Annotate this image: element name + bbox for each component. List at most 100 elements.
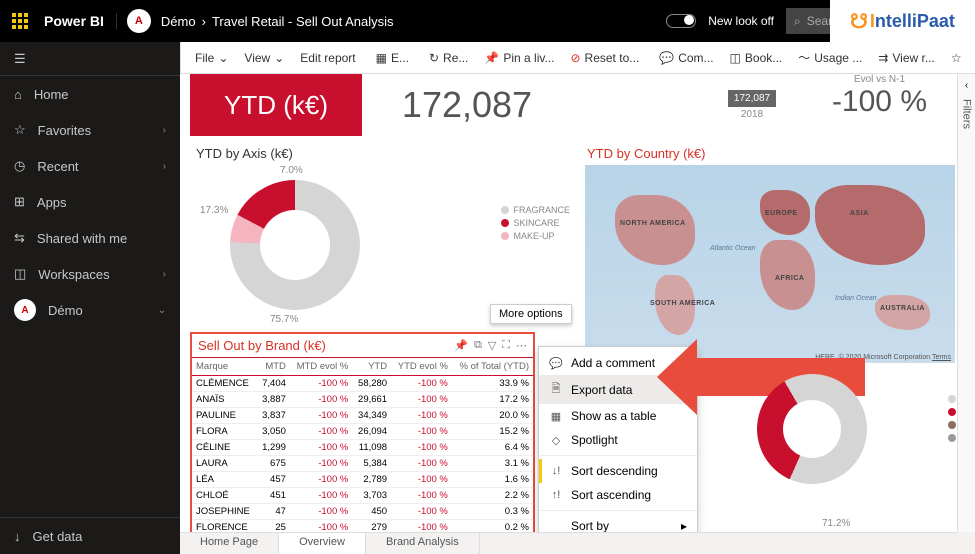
favorite-button[interactable]: ☆ (943, 42, 970, 73)
focus-icon[interactable]: ⛶ (502, 339, 510, 352)
table-cell: -100 % (391, 488, 452, 504)
column-header[interactable]: % of Total (YTD) (452, 358, 533, 376)
table-cell: 675 (257, 456, 290, 472)
ctx-add-comment[interactable]: 💬Add a comment (539, 351, 697, 375)
sidebar-item-home[interactable]: ⌂ Home (0, 76, 180, 112)
map[interactable]: NORTH AMERICA SOUTH AMERICA EUROPE AFRIC… (585, 165, 955, 363)
ctx-sort-by[interactable]: Sort by▸ (539, 514, 697, 532)
sidebar-item-recent[interactable]: ◷Recent› (0, 148, 180, 184)
data-table: MarqueMTDMTD evol %YTDYTD evol %% of Tot… (192, 357, 533, 532)
map-visual[interactable]: YTD by Country (k€) NORTH AMERICA SOUTH … (585, 142, 955, 362)
chevron-left-icon[interactable]: ‹ (965, 80, 968, 91)
region-donut-visual[interactable]: 71.2% EuropeMiddle EastAfricaIndia (757, 374, 937, 524)
copy-icon[interactable]: ⧉ (474, 339, 482, 352)
get-data-icon: ↓ (14, 529, 21, 544)
explore-button[interactable]: ▦ E... (368, 42, 417, 73)
table-cell: -100 % (290, 504, 352, 520)
more-options-icon[interactable]: ⋯ (516, 339, 527, 352)
sidebar-item-shared-with-me[interactable]: ⇆Shared with me (0, 220, 180, 256)
edit-report-button[interactable]: Edit report (292, 42, 363, 73)
table-row[interactable]: CÉLINE1,299-100 %11,098-100 %6.4 % (192, 440, 533, 456)
kpi-ytd-value[interactable]: 172,087 (362, 74, 572, 136)
workspace-avatar[interactable]: A (127, 9, 151, 33)
reset-button[interactable]: ⊘ Reset to... (562, 42, 647, 73)
legend-label: FRAGRANCE (513, 205, 570, 215)
filter-icon[interactable]: ▽ (488, 339, 496, 352)
table-row[interactable]: ANAÏS3,887-100 %29,661-100 %17.2 % (192, 392, 533, 408)
column-header[interactable]: YTD evol % (391, 358, 452, 376)
ctx-show-table[interactable]: ▦Show as a table (539, 404, 697, 428)
sidebar-item-demo[interactable]: A Démo ⌄ (0, 292, 180, 328)
tab-overview[interactable]: Overview (279, 533, 366, 554)
table-cell: 451 (257, 488, 290, 504)
app-launcher[interactable] (0, 0, 40, 42)
kpi-mini[interactable]: 172,087 2018 (722, 74, 782, 136)
ctx-sort-asc[interactable]: ↑!Sort ascending (539, 483, 697, 507)
breadcrumb-report[interactable]: Travel Retail - Sell Out Analysis (212, 14, 394, 29)
kpi-row: YTD (k€) 172,087 172,087 2018 Evol vs N-… (180, 74, 957, 136)
kpi-evol-title: Evol vs N-1 (832, 74, 927, 85)
donut-chart (230, 180, 360, 310)
column-header[interactable]: YTD (352, 358, 391, 376)
sidebar-item-apps[interactable]: ⊞Apps (0, 184, 180, 220)
column-header[interactable]: Marque (192, 358, 257, 376)
app-name: Power BI (40, 13, 117, 29)
tab-brand-analysis[interactable]: Brand Analysis (366, 533, 480, 554)
ctx-sort-desc[interactable]: ↓!Sort descending (539, 459, 697, 483)
left-nav: ☰ ⌂ Home ☆Favorites›◷Recent›⊞Apps⇆Shared w… (0, 42, 180, 554)
nav-collapse-button[interactable]: ☰ (0, 42, 180, 76)
breadcrumb-workspace[interactable]: Démo (161, 14, 196, 29)
table-cell: 17.2 % (452, 392, 533, 408)
table-cell: -100 % (391, 520, 452, 533)
sidebar-item-workspaces[interactable]: ◫Workspaces› (0, 256, 180, 292)
table-row[interactable]: PAULINE3,837-100 %34,349-100 %20.0 % (192, 408, 533, 424)
kpi-evol[interactable]: Evol vs N-1 -100 % (832, 74, 927, 119)
table-row[interactable]: CHLOÉ451-100 %3,703-100 %2.2 % (192, 488, 533, 504)
column-header[interactable]: MTD (257, 358, 290, 376)
table-cell: -100 % (290, 472, 352, 488)
bookmarks-button[interactable]: ◫ Book... (722, 42, 791, 73)
kpi-ytd-label[interactable]: YTD (k€) (190, 74, 362, 136)
ctx-export-data[interactable]: 🗎Export data (539, 375, 697, 404)
table-cell: -100 % (290, 440, 352, 456)
tab-home-page[interactable]: Home Page (180, 533, 279, 554)
table-cell: CHLOÉ (192, 488, 257, 504)
sidebar-item-favorites[interactable]: ☆Favorites› (0, 112, 180, 148)
table-row[interactable]: JOSEPHINE47-100 %450-100 %0.3 % (192, 504, 533, 520)
comments-button[interactable]: 💬 Com... (651, 42, 721, 73)
pin-icon[interactable]: 📌 (454, 339, 468, 352)
table-cell: FLORENCE (192, 520, 257, 533)
refresh-button[interactable]: ↻ Re... (421, 42, 476, 73)
ctx-spotlight[interactable]: ◇Spotlight (539, 428, 697, 452)
new-look-toggle[interactable] (666, 14, 696, 28)
table-visual[interactable]: Sell Out by Brand (k€) 📌 ⧉ ▽ ⛶ ⋯ MarqueM… (190, 332, 535, 532)
filters-pane[interactable]: ‹ Filters (957, 74, 975, 532)
table-cell: 11,098 (352, 440, 391, 456)
table-row[interactable]: FLORENCE25-100 %279-100 %0.2 % (192, 520, 533, 533)
table-cell: -100 % (391, 504, 452, 520)
map-attribution: HERE, © 2020 Microsoft Corporation (815, 354, 930, 361)
region-legend: EuropeMiddle EastAfricaIndia (948, 394, 957, 446)
table-cell: -100 % (391, 424, 452, 440)
nav-icon: ⌂ (14, 87, 22, 102)
table-row[interactable]: FLORA3,050-100 %26,094-100 %15.2 % (192, 424, 533, 440)
column-header[interactable]: MTD evol % (290, 358, 352, 376)
map-label: AUSTRALIA (880, 305, 925, 312)
table-row[interactable]: CLÉMENCE7,404-100 %58,280-100 %33.9 % (192, 376, 533, 392)
region-donut (737, 354, 887, 504)
pin-button[interactable]: 📌 Pin a liv... (476, 42, 562, 73)
map-terms-link[interactable]: Terms (932, 354, 951, 361)
legend-label: SKINCARE (513, 218, 559, 228)
view-related-button[interactable]: ⇉ View r... (870, 42, 943, 73)
chevron-right-icon: › (163, 161, 166, 172)
table-cell: 457 (257, 472, 290, 488)
file-menu[interactable]: File ⌄ (187, 42, 236, 73)
table-row[interactable]: LAURA675-100 %5,384-100 %3.1 % (192, 456, 533, 472)
view-menu[interactable]: View ⌄ (236, 42, 292, 73)
table-cell: CLÉMENCE (192, 376, 257, 392)
table-cell: -100 % (290, 424, 352, 440)
table-row[interactable]: LÉA457-100 %2,789-100 %1.6 % (192, 472, 533, 488)
usage-button[interactable]: 〜 Usage ... (790, 42, 870, 73)
get-data-button[interactable]: ↓ Get data (0, 518, 180, 554)
sidebar-item-label: Home (34, 87, 69, 102)
